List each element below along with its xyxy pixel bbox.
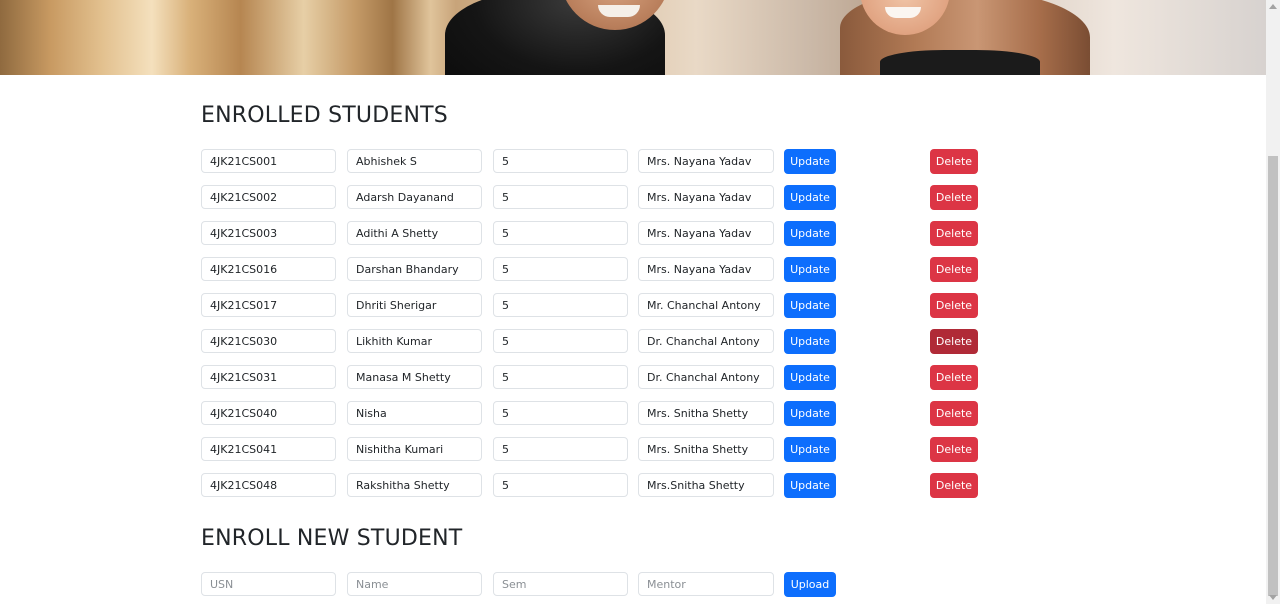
delete-button[interactable]: Delete: [930, 221, 978, 246]
student-row: 4JK21CS030 Likhith Kumar 5 Dr. Chanchal Ant…: [201, 329, 1001, 355]
sem-field[interactable]: 5: [493, 365, 628, 389]
name-field[interactable]: Dhriti Sherigar: [347, 293, 482, 317]
delete-button[interactable]: Delete: [930, 149, 978, 174]
usn-field[interactable]: 4JK21CS041: [201, 437, 336, 461]
vertical-scrollbar[interactable]: [1266, 0, 1280, 604]
student-row: 4JK21CS002 Adarsh Dayanand 5 Mrs. Nayana Ya…: [201, 185, 1001, 211]
usn-field[interactable]: 4JK21CS001: [201, 149, 336, 173]
student-row: 4JK21CS017 Dhriti Sherigar 5 Mr. Chanchal A…: [201, 293, 1001, 319]
mentor-field[interactable]: Mrs. Nayana Yadav: [638, 185, 774, 209]
usn-field[interactable]: 4JK21CS002: [201, 185, 336, 209]
name-field[interactable]: Manasa M Shetty: [347, 365, 482, 389]
update-button[interactable]: Update: [784, 149, 836, 174]
student-row: 4JK21CS041 Nishitha Kumari 5 Mrs. Snitha Sh…: [201, 437, 1001, 463]
student-row: 4JK21CS048 Rakshitha Shetty 5 Mrs.Snitha Sh…: [201, 473, 1001, 499]
student-row: 4JK21CS016 Darshan Bhandary 5 Mrs. Nayana Y…: [201, 257, 1001, 283]
name-field[interactable]: Adithi A Shetty: [347, 221, 482, 245]
sem-field[interactable]: 5: [493, 185, 628, 209]
mentor-field[interactable]: Mr. Chanchal Antony: [638, 293, 774, 317]
new-student-form: USN Name Sem Mentor Upload: [201, 572, 1001, 598]
delete-button[interactable]: Delete: [930, 437, 978, 462]
update-button[interactable]: Update: [784, 365, 836, 390]
name-input[interactable]: Name: [347, 572, 482, 596]
mentor-field[interactable]: Mrs. Snitha Shetty: [638, 437, 774, 461]
scroll-down-arrow-icon[interactable]: [1269, 595, 1277, 600]
mentor-field[interactable]: Dr. Chanchal Antony: [638, 329, 774, 353]
delete-button[interactable]: Delete: [930, 401, 978, 426]
update-button[interactable]: Update: [784, 473, 836, 498]
hero-banner-image: [0, 0, 1266, 75]
delete-button[interactable]: Delete: [930, 185, 978, 210]
delete-button[interactable]: Delete: [930, 473, 978, 498]
update-button[interactable]: Update: [784, 293, 836, 318]
mentor-field[interactable]: Mrs.Snitha Shetty: [638, 473, 774, 497]
update-button[interactable]: Update: [784, 185, 836, 210]
scroll-up-arrow-icon[interactable]: [1269, 4, 1277, 9]
name-field[interactable]: Nisha: [347, 401, 482, 425]
usn-field[interactable]: 4JK21CS040: [201, 401, 336, 425]
upload-button[interactable]: Upload: [784, 572, 836, 597]
name-field[interactable]: Nishitha Kumari: [347, 437, 482, 461]
delete-button[interactable]: Delete: [930, 257, 978, 282]
delete-button[interactable]: Delete: [930, 365, 978, 390]
mentor-field[interactable]: Dr. Chanchal Antony: [638, 365, 774, 389]
sem-field[interactable]: 5: [493, 293, 628, 317]
mentor-field[interactable]: Mrs. Nayana Yadav: [638, 257, 774, 281]
name-field[interactable]: Darshan Bhandary: [347, 257, 482, 281]
student-row: 4JK21CS001 Abhishek S 5 Mrs. Nayana Yadav Up…: [201, 149, 1001, 175]
usn-field[interactable]: 4JK21CS017: [201, 293, 336, 317]
student-row: 4JK21CS031 Manasa M Shetty 5 Dr. Chanchal A…: [201, 365, 1001, 391]
page: ENROLLED STUDENTS 4JK21CS001 Abhishek S5M…: [0, 0, 1280, 604]
mentor-field[interactable]: Mrs. Nayana Yadav: [638, 149, 774, 173]
mentor-field[interactable]: Mrs. Snitha Shetty: [638, 401, 774, 425]
student-row: 4JK21CS003 Adithi A Shetty 5 Mrs. Nayana Ya…: [201, 221, 1001, 247]
usn-field[interactable]: 4JK21CS048: [201, 473, 336, 497]
enrolled-students-heading: ENROLLED STUDENTS: [201, 103, 448, 128]
sem-field[interactable]: 5: [493, 257, 628, 281]
student-row: 4JK21CS040 Nisha 5 Mrs. Snitha Shetty Update…: [201, 401, 1001, 427]
delete-button[interactable]: Delete: [930, 329, 978, 354]
scrollbar-thumb[interactable]: [1268, 156, 1278, 596]
name-field[interactable]: Likhith Kumar: [347, 329, 482, 353]
usn-field[interactable]: 4JK21CS016: [201, 257, 336, 281]
name-field[interactable]: Abhishek S: [347, 149, 482, 173]
update-button[interactable]: Update: [784, 401, 836, 426]
sem-field[interactable]: 5: [493, 221, 628, 245]
usn-input[interactable]: USN: [201, 572, 336, 596]
update-button[interactable]: Update: [784, 221, 836, 246]
usn-field[interactable]: 4JK21CS031: [201, 365, 336, 389]
sem-field[interactable]: 5: [493, 437, 628, 461]
mentor-input[interactable]: Mentor: [638, 572, 774, 596]
name-field[interactable]: Adarsh Dayanand: [347, 185, 482, 209]
update-button[interactable]: Update: [784, 257, 836, 282]
enroll-new-student-heading: ENROLL NEW STUDENT: [201, 526, 463, 551]
sem-field[interactable]: 5: [493, 473, 628, 497]
usn-field[interactable]: 4JK21CS030: [201, 329, 336, 353]
mentor-field[interactable]: Mrs. Nayana Yadav: [638, 221, 774, 245]
name-field[interactable]: Rakshitha Shetty: [347, 473, 482, 497]
sem-field[interactable]: 5: [493, 329, 628, 353]
sem-field[interactable]: 5: [493, 401, 628, 425]
update-button[interactable]: Update: [784, 437, 836, 462]
sem-input[interactable]: Sem: [493, 572, 628, 596]
delete-button[interactable]: Delete: [930, 293, 978, 318]
update-button[interactable]: Update: [784, 329, 836, 354]
usn-field[interactable]: 4JK21CS003: [201, 221, 336, 245]
sem-field[interactable]: 5: [493, 149, 628, 173]
